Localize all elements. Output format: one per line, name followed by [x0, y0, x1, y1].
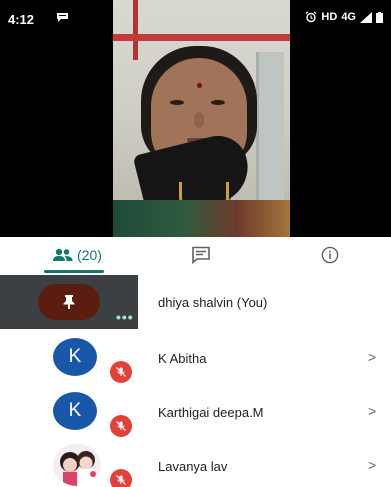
pin-icon	[63, 295, 75, 309]
participant-row[interactable]: Lavanya lav >	[0, 439, 391, 487]
video-area[interactable]: 4:12 HD 4G	[0, 0, 391, 237]
panel-tabs: (20)	[0, 237, 391, 273]
chevron-right-icon[interactable]: >	[368, 349, 376, 365]
participant-name: K Abitha	[158, 351, 207, 366]
chevron-right-icon[interactable]: >	[368, 403, 376, 419]
mic-off-icon	[110, 361, 132, 383]
self-avatar	[38, 284, 100, 320]
avatar: K	[53, 392, 97, 430]
message-notification-icon	[57, 13, 68, 22]
tab-people[interactable]: (20)	[40, 237, 114, 273]
mic-off-icon	[110, 469, 132, 487]
participant-row[interactable]: K Karthigai deepa.M >	[0, 385, 391, 439]
avatar	[53, 444, 101, 486]
participant-row[interactable]: K K Abitha >	[0, 331, 391, 385]
person-nose	[194, 112, 204, 128]
network-type: 4G	[341, 11, 356, 23]
person-eye	[170, 100, 184, 105]
person-eye	[211, 100, 225, 105]
participant-list: ••• dhiya shalvin (You) K K Abitha > K K…	[0, 273, 391, 487]
self-video-tile[interactable]: •••	[0, 275, 138, 329]
participant-name: Karthigai deepa.M	[158, 405, 264, 420]
person-clothing	[113, 200, 290, 237]
hd-indicator: HD	[321, 11, 338, 23]
info-icon	[321, 246, 339, 264]
alarm-icon	[306, 11, 317, 23]
speaking-indicator-icon: •••	[116, 309, 134, 325]
mic-off-icon	[110, 415, 132, 437]
participant-count: (20)	[77, 247, 102, 263]
participant-name: Lavanya lav	[158, 459, 228, 474]
signal-icon	[360, 11, 372, 23]
tab-info[interactable]	[316, 237, 344, 273]
participant-name: dhiya shalvin (You)	[158, 295, 268, 310]
battery-icon	[376, 11, 383, 23]
status-time: 4:12	[8, 12, 35, 27]
background-pipe	[133, 0, 138, 60]
participant-video-feed[interactable]	[113, 0, 290, 237]
participant-row-self[interactable]: ••• dhiya shalvin (You)	[0, 275, 391, 329]
people-icon	[53, 248, 73, 261]
avatar: K	[53, 338, 97, 376]
bindi	[197, 83, 202, 88]
status-indicators: HD 4G	[305, 11, 383, 23]
chat-icon	[192, 246, 210, 264]
chevron-right-icon[interactable]: >	[368, 457, 376, 473]
background-pipe	[113, 34, 290, 41]
tab-chat[interactable]	[187, 237, 215, 273]
